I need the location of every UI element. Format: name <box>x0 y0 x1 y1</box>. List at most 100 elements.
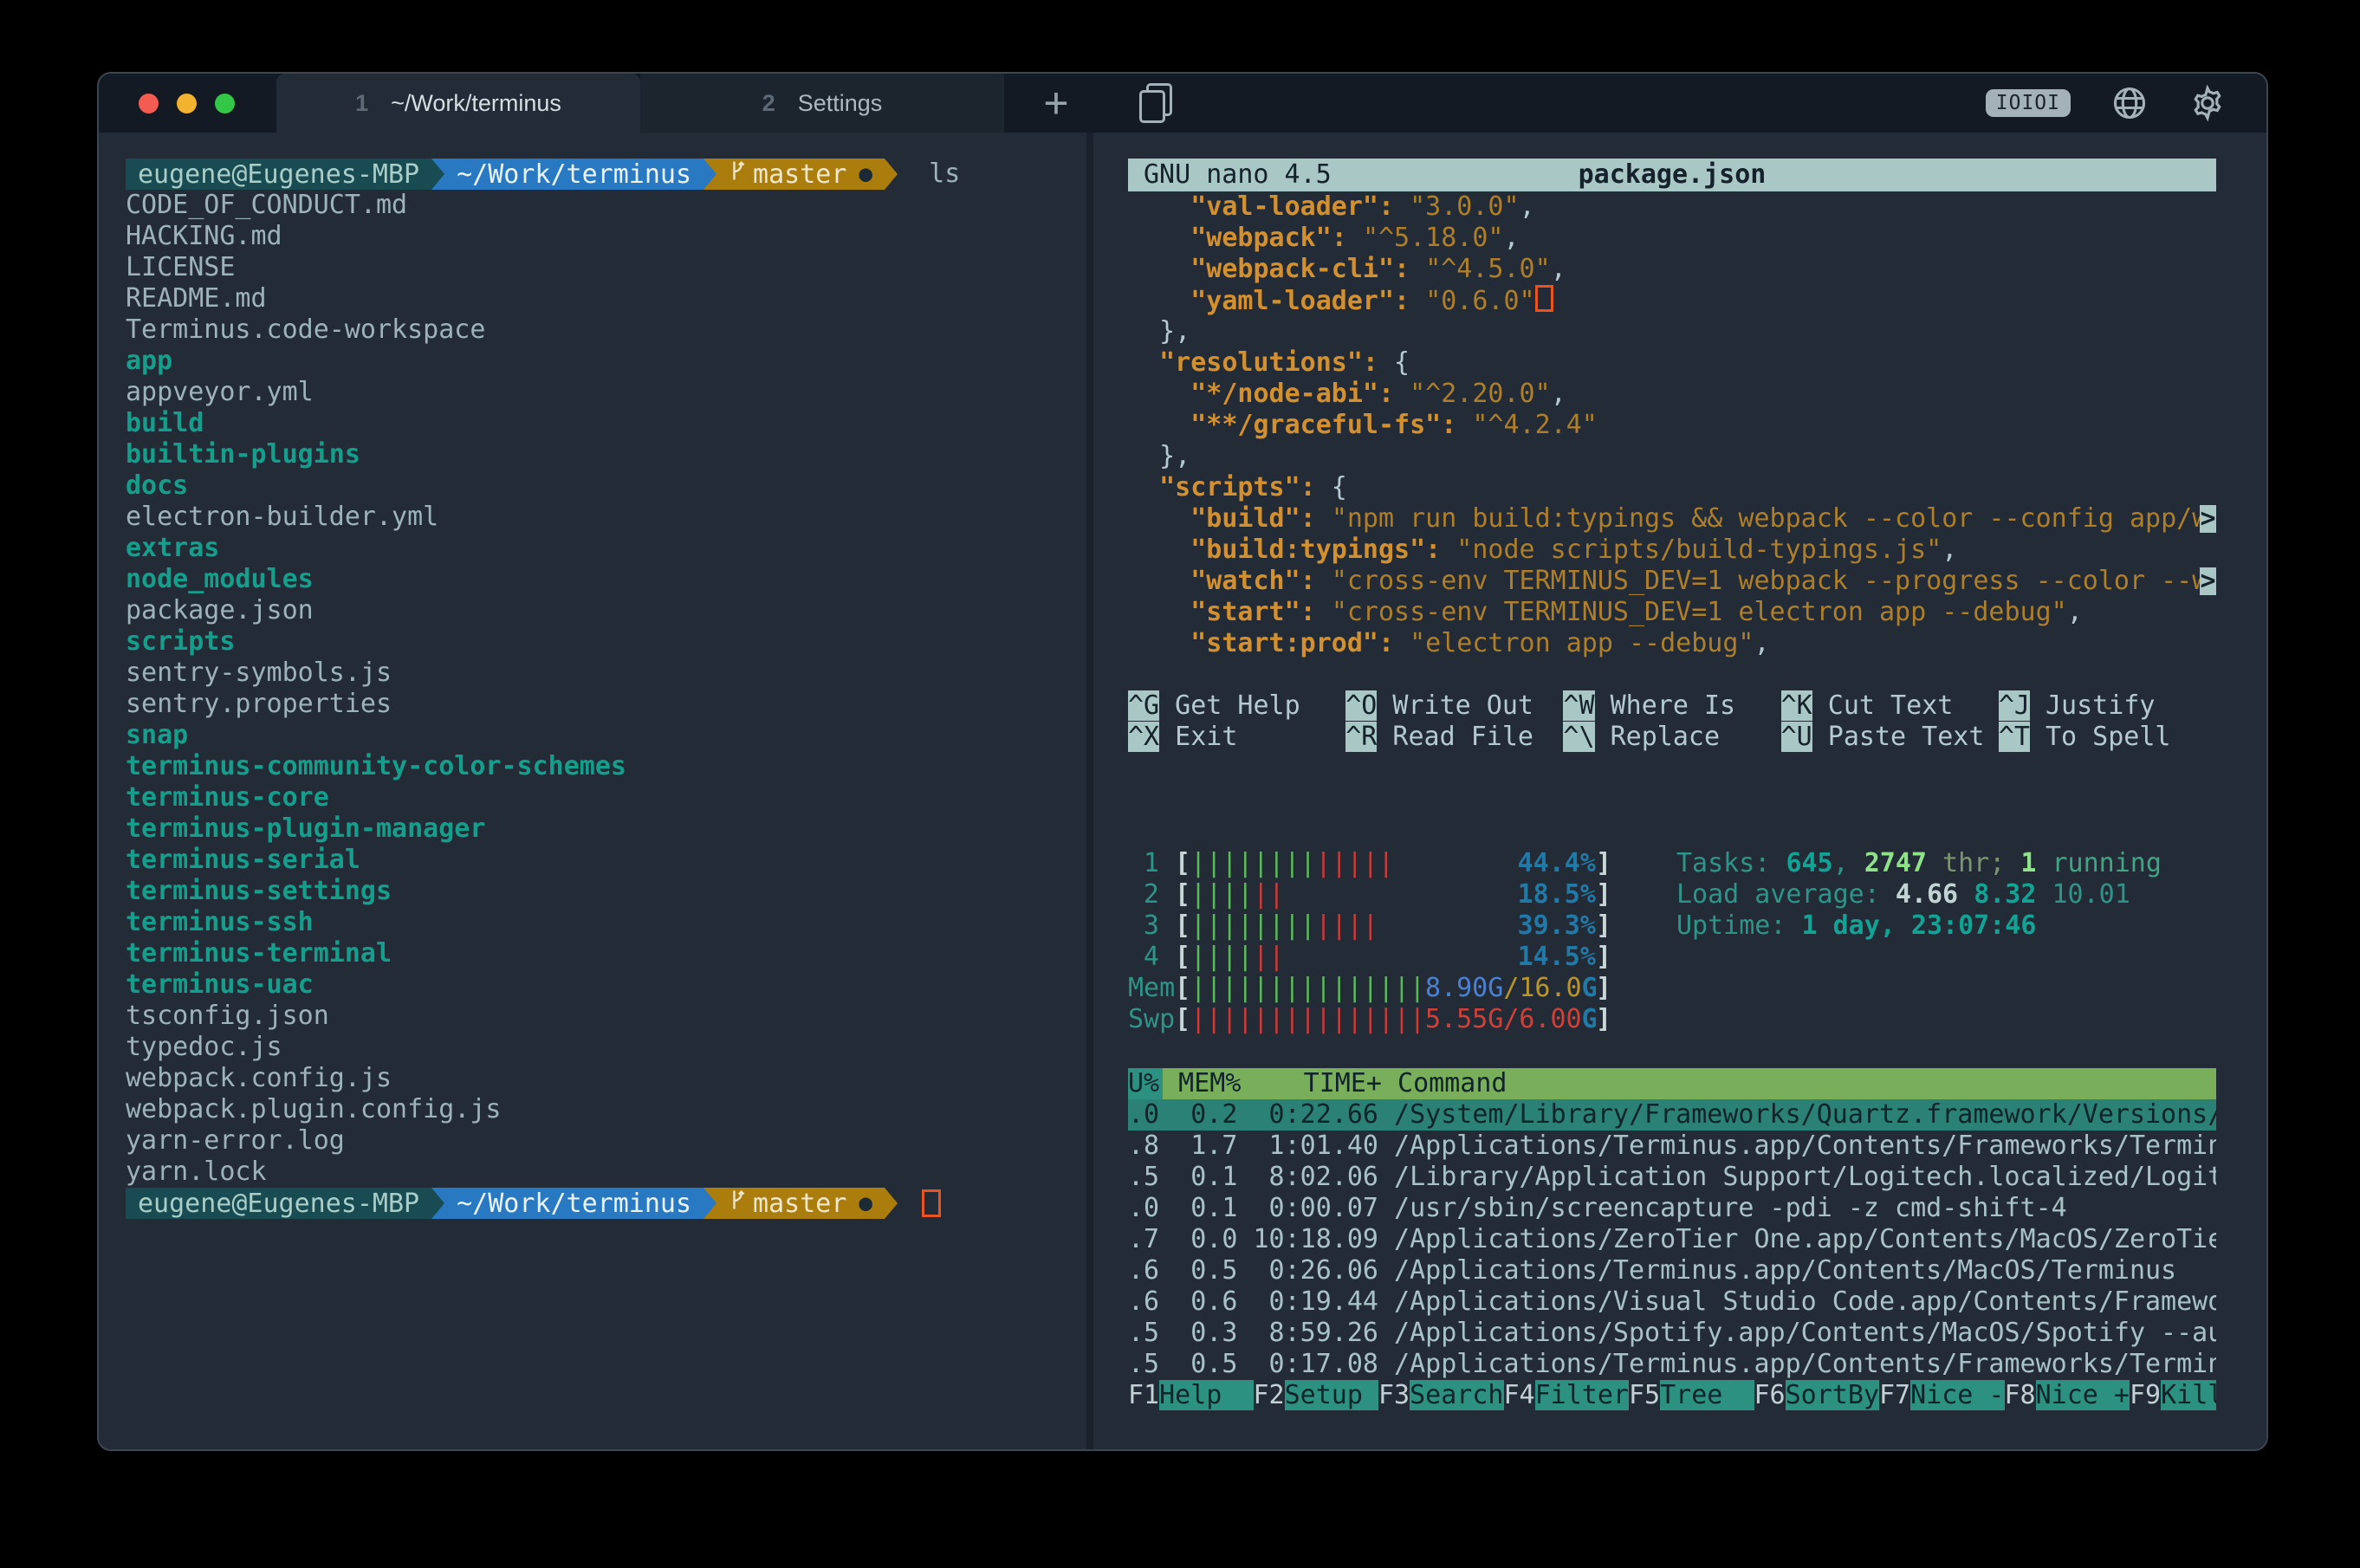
cpu-meter: 3 [||||||||||||39.3%] <box>1128 910 1611 942</box>
minimize-button[interactable] <box>177 94 197 113</box>
tab-work-terminus[interactable]: 1 ~/Work/terminus <box>276 74 640 133</box>
file-entry: yarn.lock <box>126 1157 1086 1188</box>
shortcut-label: To Spell <box>2030 722 2171 752</box>
cpu-percent: 18.5% <box>1518 879 1596 910</box>
directory-entry: docs <box>126 470 1086 502</box>
process-row[interactable]: .6 0.5 0:26.06 /Applications/Terminus.ap… <box>1128 1255 2216 1286</box>
nano-shortcut-bar: ^G Get Help^O Write Out^W Where Is^K Cut… <box>1128 690 2216 753</box>
tasks-summary: Tasks: 645, 2747 thr; 1 running <box>1676 848 2162 879</box>
process-row[interactable]: .5 0.5 0:17.08 /Applications/Terminus.ap… <box>1128 1349 2216 1380</box>
zoom-button[interactable] <box>215 94 235 113</box>
fkey-f2[interactable]: F2Setup <box>1254 1380 1379 1411</box>
nano-shortcut[interactable]: ^R Read File <box>1345 722 1563 753</box>
file-entry: tsconfig.json <box>126 1001 1086 1032</box>
shortcut-label: Where Is <box>1595 690 1736 721</box>
directory-entry: builtin-plugins <box>126 439 1086 470</box>
sort-column-cpu[interactable]: U% <box>1128 1068 1163 1099</box>
globe-icon[interactable] <box>2110 84 2149 122</box>
nano-shortcut[interactable]: ^X Exit <box>1128 722 1345 753</box>
fkey-f1[interactable]: F1Help <box>1128 1380 1254 1411</box>
close-button[interactable] <box>139 94 159 113</box>
serial-port-icon[interactable]: IOIOI <box>1986 89 2071 117</box>
nano-line: "val-loader": "3.0.0", <box>1128 191 2216 223</box>
line-overflow-marker: > <box>2200 505 2216 533</box>
nano-line: }, <box>1128 316 2216 347</box>
nano-shortcut[interactable]: ^W Where Is <box>1563 690 1780 722</box>
tasks-load-uptime: Tasks: 645, 2747 thr; 1 runningLoad aver… <box>1676 848 2162 1035</box>
fkey-f3[interactable]: F3Search <box>1378 1380 1504 1411</box>
terminal-pane-left[interactable]: eugene@Eugenes-MBP~/Work/terminusmaster●… <box>99 133 1086 1449</box>
new-tab-button[interactable]: + <box>1004 74 1108 133</box>
shortcut-label: Justify <box>2030 690 2156 721</box>
nano-line: "scripts": { <box>1128 472 2216 503</box>
nano-line: "start": "cross-env TERMINUS_DEV=1 elect… <box>1128 597 2216 628</box>
directory-entry: terminus-serial <box>126 845 1086 876</box>
nano-shortcut[interactable]: ^T To Spell <box>1999 722 2216 753</box>
split-tabs-button[interactable] <box>1108 74 1203 133</box>
nano-line: "build": "npm run build:typings && webpa… <box>1128 503 2216 535</box>
duplicate-icon <box>1139 83 1172 123</box>
nano-line: "start:prod": "electron app --debug", <box>1128 628 2216 659</box>
file-entry: HACKING.md <box>126 221 1086 252</box>
load-average: Load average: 4.66 8.32 10.01 <box>1676 879 2162 910</box>
nano-line: "webpack-cli": "^4.5.0", <box>1128 254 2216 285</box>
nano-line: "watch": "cross-env TERMINUS_DEV=1 webpa… <box>1128 566 2216 597</box>
fkey-f7[interactable]: F7Nice - <box>1879 1380 2005 1411</box>
nano-shortcut[interactable]: ^O Write Out <box>1345 690 1563 722</box>
powerline-separator <box>431 1188 444 1219</box>
terminal-content: eugene@Eugenes-MBP~/Work/terminusmaster●… <box>99 133 2266 1449</box>
process-row[interactable]: .0 0.1 0:00.07 /usr/sbin/screencapture -… <box>1128 1193 2216 1224</box>
nano-buffer[interactable]: "val-loader": "3.0.0", "webpack": "^5.18… <box>1128 191 2216 659</box>
cpu-meter: 4 [||||||14.5%] <box>1128 942 1611 973</box>
nano-shortcut[interactable]: ^G Get Help <box>1128 690 1345 722</box>
uptime: Uptime: 1 day, 23:07:46 <box>1676 910 2162 942</box>
directory-entry: snap <box>126 720 1086 751</box>
nano-shortcut[interactable]: ^\ Replace <box>1563 722 1780 753</box>
mem-total: /16.0 <box>1503 973 1581 1003</box>
nano-editor: GNU nano 4.5 package.json "val-loader": … <box>1128 159 2216 753</box>
prompt-user-host: eugene@Eugenes-MBP <box>126 1188 431 1219</box>
process-row[interactable]: .6 0.6 0:19.44 /Applications/Visual Stud… <box>1128 1286 2216 1318</box>
process-row[interactable]: .8 1.7 1:01.40 /Applications/Terminus.ap… <box>1128 1131 2216 1162</box>
terminal-pane-right[interactable]: GNU nano 4.5 package.json "val-loader": … <box>1093 133 2266 1449</box>
nano-titlebar: GNU nano 4.5 package.json <box>1128 159 2216 191</box>
file-entry: package.json <box>126 595 1086 626</box>
memory-meter: Mem [|||||||||||||||8.90G/16.0G] <box>1128 973 1611 1004</box>
prompt-user-host: eugene@Eugenes-MBP <box>126 159 431 190</box>
process-table-header[interactable]: U% MEM% TIME+ Command <box>1128 1068 2216 1099</box>
fkey-f8[interactable]: F8Nice + <box>2005 1380 2130 1411</box>
nano-cursor <box>1535 285 1553 312</box>
nano-shortcut[interactable]: ^J Justify <box>1999 690 2216 722</box>
process-row[interactable]: .5 0.3 8:59.26 /Applications/Spotify.app… <box>1128 1318 2216 1349</box>
directory-entry: terminus-uac <box>126 969 1086 1001</box>
nano-line: "**/graceful-fs": "^4.2.4" <box>1128 410 2216 441</box>
directory-entry: scripts <box>126 626 1086 658</box>
nano-line: "build:typings": "node scripts/build-typ… <box>1128 535 2216 566</box>
terminus-window: 1 ~/Work/terminus 2 Settings + IOIOI <box>97 72 2268 1451</box>
shortcut-key: ^R <box>1345 722 1377 752</box>
nano-shortcut[interactable]: ^U Paste Text <box>1781 722 1999 753</box>
powerline-separator <box>431 159 444 190</box>
pane-divider[interactable] <box>1086 133 1093 1449</box>
gear-icon[interactable] <box>2188 84 2227 122</box>
fkey-f5[interactable]: F5Tree <box>1629 1380 1754 1411</box>
nano-line: "yaml-loader": "0.6.0" <box>1128 285 2216 316</box>
nano-line: "webpack": "^5.18.0", <box>1128 223 2216 254</box>
function-key-bar: F1Help F2Setup F3SearchF4FilterF5Tree F6… <box>1128 1380 2216 1411</box>
process-row[interactable]: .5 0.1 8:02.06 /Library/Application Supp… <box>1128 1162 2216 1193</box>
fkey-f9[interactable]: F9Kill <box>2130 1380 2216 1411</box>
header-columns[interactable]: MEM% TIME+ Command <box>1163 1068 2216 1099</box>
fkey-f6[interactable]: F6SortBy <box>1754 1380 1880 1411</box>
file-entry: webpack.plugin.config.js <box>126 1094 1086 1125</box>
cpu-meter: 1 [|||||||||||||44.4%] <box>1128 848 1611 879</box>
file-entry: CODE_OF_CONDUCT.md <box>126 190 1086 221</box>
process-row[interactable]: .7 0.0 10:18.09 /Applications/ZeroTier O… <box>1128 1224 2216 1255</box>
process-row[interactable]: .0 0.2 0:22.66 /System/Library/Framework… <box>1128 1099 2216 1131</box>
shell-prompt: eugene@Eugenes-MBP~/Work/terminusmaster●… <box>126 159 1086 190</box>
cpu-percent: 14.5% <box>1518 942 1596 973</box>
fkey-f4[interactable]: F4Filter <box>1504 1380 1630 1411</box>
nano-shortcut[interactable]: ^K Cut Text <box>1781 690 1999 722</box>
prompt-cwd: ~/Work/terminus <box>444 159 703 190</box>
shortcut-key: ^\ <box>1563 722 1594 752</box>
tab-settings[interactable]: 2 Settings <box>640 74 1004 133</box>
